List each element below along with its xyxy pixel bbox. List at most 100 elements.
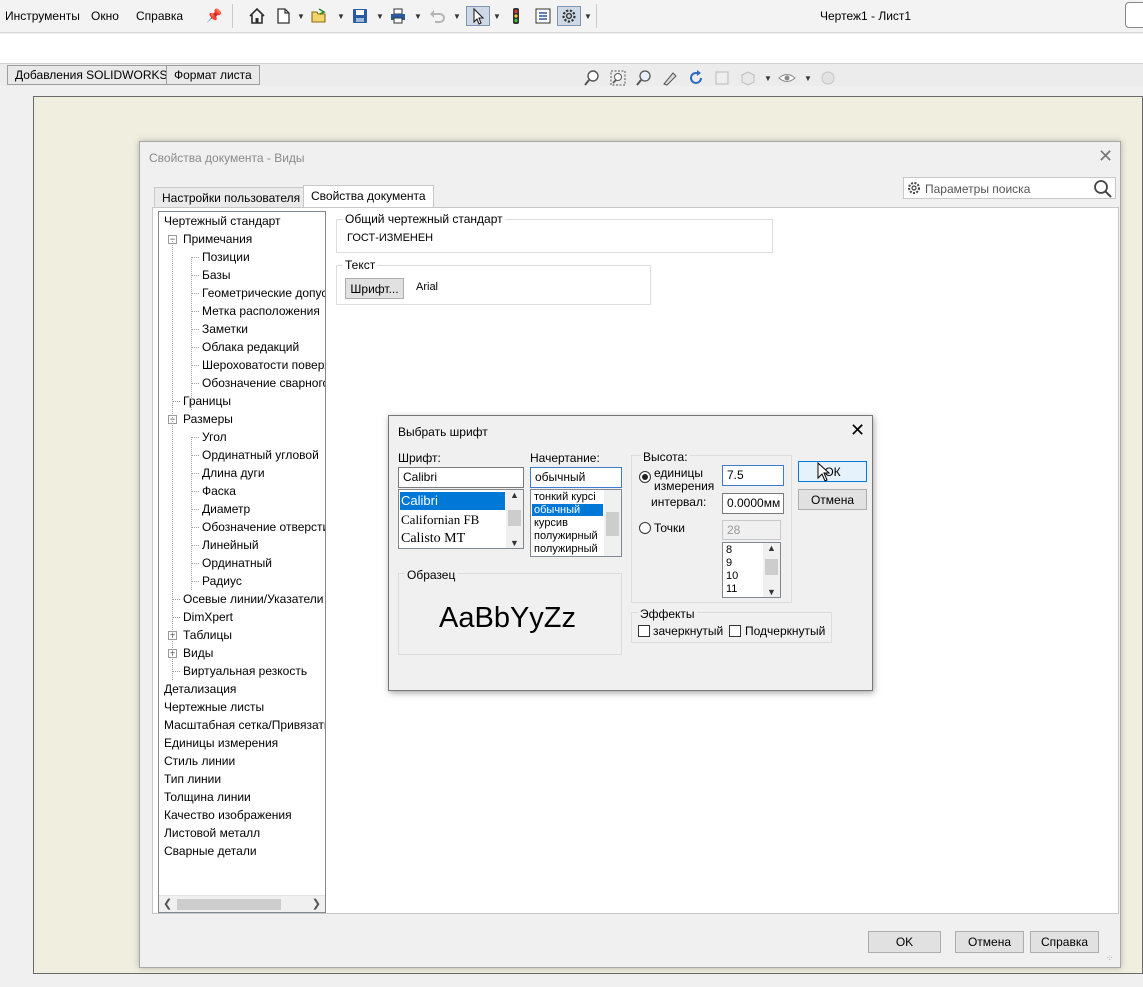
font-style-input[interactable]: обычный bbox=[530, 467, 622, 488]
close-icon[interactable]: ✕ bbox=[850, 421, 865, 439]
tree-item[interactable]: Обозначение сварного bbox=[202, 374, 325, 392]
style-list-scrollbar[interactable] bbox=[604, 490, 621, 556]
tree-item[interactable]: Чертежные листы bbox=[164, 698, 264, 716]
save-icon[interactable] bbox=[349, 6, 371, 26]
undo-icon[interactable] bbox=[426, 6, 448, 26]
list-item[interactable]: Calibri bbox=[400, 492, 505, 510]
tree-item[interactable]: Виртуальная резкость bbox=[183, 662, 307, 680]
select-cursor-icon[interactable] bbox=[466, 6, 490, 26]
points-radio[interactable] bbox=[639, 522, 651, 534]
font-ok-button[interactable]: ОК bbox=[798, 461, 867, 482]
tree-item[interactable]: Стиль линии bbox=[164, 752, 235, 770]
tree-item[interactable]: Шероховатости поверх bbox=[202, 356, 325, 374]
tree-item[interactable]: Заметки bbox=[202, 320, 248, 338]
scroll-left-icon[interactable]: ❮ bbox=[163, 897, 172, 910]
tree-item[interactable]: Листовой металл bbox=[164, 824, 260, 842]
tree-item[interactable]: Позиции bbox=[202, 248, 250, 266]
units-height-input[interactable]: 7.5 bbox=[722, 465, 784, 486]
tree-item[interactable]: Угол bbox=[202, 428, 227, 446]
list-item[interactable]: тонкий курсі bbox=[532, 491, 596, 503]
pin-icon[interactable]: 📌 bbox=[206, 8, 222, 24]
options-dropdown-icon[interactable]: ▼ bbox=[584, 12, 592, 21]
font-cancel-button[interactable]: Отмена bbox=[798, 489, 867, 510]
zoom-in-out-icon[interactable] bbox=[634, 68, 654, 88]
list-item[interactable]: 8 bbox=[724, 544, 732, 556]
list-item[interactable]: обычный bbox=[532, 504, 603, 516]
tree-item[interactable]: Единицы измерения bbox=[164, 734, 278, 752]
list-item[interactable]: полужирный bbox=[532, 530, 598, 542]
tree-item[interactable]: Примечания bbox=[183, 230, 252, 248]
new-dropdown-icon[interactable]: ▼ bbox=[297, 12, 305, 21]
cancel-button[interactable]: Отмена bbox=[955, 931, 1024, 953]
open-dropdown-icon[interactable]: ▼ bbox=[337, 12, 345, 21]
scroll-up-icon[interactable]: ▲ bbox=[510, 490, 519, 500]
new-document-icon[interactable] bbox=[272, 6, 294, 26]
scroll-thumb[interactable] bbox=[177, 899, 281, 910]
eye-dropdown-icon[interactable]: ▼ bbox=[804, 74, 812, 83]
close-icon[interactable]: ✕ bbox=[1098, 147, 1113, 165]
tree-item[interactable]: Размеры bbox=[183, 410, 233, 428]
print-icon[interactable] bbox=[387, 6, 409, 26]
zoom-to-fit-icon[interactable] bbox=[582, 68, 602, 88]
tree-item[interactable]: Линейный bbox=[202, 536, 259, 554]
tree-item[interactable]: Геометрические допус bbox=[202, 284, 325, 302]
list-item[interactable]: 11 bbox=[724, 583, 737, 595]
list-item[interactable]: курсив bbox=[532, 517, 568, 529]
font-list-scrollbar[interactable]: ▲ ▼ bbox=[506, 490, 523, 548]
tree-item[interactable]: Таблицы bbox=[183, 626, 232, 644]
list-item[interactable]: 10 bbox=[724, 570, 738, 582]
underline-checkbox[interactable] bbox=[729, 625, 741, 637]
tab-user-settings[interactable]: Настройки пользователя bbox=[154, 187, 309, 207]
tree-item[interactable]: Чертежный стандарт bbox=[164, 212, 281, 230]
tree-item[interactable]: Диаметр bbox=[202, 500, 250, 518]
tree-item[interactable]: Обозначение отверсти bbox=[202, 518, 325, 536]
strikethrough-checkbox[interactable] bbox=[638, 625, 650, 637]
resize-grip-icon[interactable]: ⁘ bbox=[1106, 953, 1114, 964]
open-folder-icon[interactable] bbox=[308, 6, 330, 26]
zoom-area-icon[interactable] bbox=[608, 68, 628, 88]
tree-item[interactable]: Масштабная сетка/Привязать bbox=[164, 716, 325, 734]
tab-document-properties[interactable]: Свойства документа bbox=[303, 185, 434, 207]
menu-tools[interactable]: Инструменты bbox=[5, 9, 80, 23]
menu-window[interactable]: Окно bbox=[91, 9, 119, 23]
font-list[interactable]: Calibri Californian FB Calisto MT ▲ ▼ bbox=[398, 489, 524, 549]
ok-button[interactable]: OK bbox=[868, 931, 941, 953]
tree-item[interactable]: Фаска bbox=[202, 482, 236, 500]
redraw-icon[interactable] bbox=[686, 68, 706, 88]
font-button[interactable]: Шрифт... bbox=[345, 278, 404, 299]
print-dropdown-icon[interactable]: ▼ bbox=[414, 12, 422, 21]
pan-icon[interactable] bbox=[660, 68, 680, 88]
points-input[interactable]: 28 bbox=[722, 520, 781, 540]
units-radio[interactable] bbox=[639, 471, 651, 483]
undo-dropdown-icon[interactable]: ▼ bbox=[453, 12, 461, 21]
tree-item[interactable]: Радиус bbox=[202, 572, 242, 590]
view-orientation-icon[interactable] bbox=[712, 68, 732, 88]
list-item[interactable]: Californian FB bbox=[400, 511, 479, 529]
options-search-box[interactable]: Параметры поиска bbox=[903, 177, 1116, 199]
hide-show-eye-icon[interactable] bbox=[777, 68, 797, 88]
tree-item[interactable]: Длина дуги bbox=[202, 464, 265, 482]
options-gear-icon[interactable] bbox=[557, 6, 581, 26]
display-style-icon[interactable] bbox=[738, 68, 758, 88]
file-properties-icon[interactable] bbox=[532, 6, 554, 26]
select-dropdown-icon[interactable]: ▼ bbox=[493, 12, 501, 21]
spacing-input[interactable]: 0.0000мм bbox=[722, 493, 784, 514]
tree-item[interactable]: Виды bbox=[183, 644, 213, 662]
tree-item[interactable]: Ординатный угловой bbox=[202, 446, 319, 464]
tree-item[interactable]: DimXpert bbox=[183, 608, 233, 626]
font-style-list[interactable]: тонкий курсі обычный курсив полужирный п… bbox=[530, 489, 622, 557]
rebuild-traffic-light-icon[interactable] bbox=[505, 6, 527, 26]
tree-item[interactable]: Тип линии bbox=[164, 770, 221, 788]
points-list-scrollbar[interactable]: ▲ ▼ bbox=[763, 543, 780, 597]
scroll-down-icon[interactable]: ▼ bbox=[767, 587, 776, 597]
tree-item[interactable]: Детализация bbox=[164, 680, 236, 698]
tree-item[interactable]: Осевые линии/Указатели bbox=[183, 590, 323, 608]
tree-item[interactable]: Базы bbox=[202, 266, 231, 284]
menu-help[interactable]: Справка bbox=[136, 9, 183, 23]
font-name-input[interactable]: Calibri bbox=[398, 467, 524, 488]
tree-item[interactable]: Сварные детали bbox=[164, 842, 257, 860]
search-icon[interactable] bbox=[1093, 179, 1113, 199]
list-item[interactable]: Calisto MT bbox=[400, 530, 465, 548]
scroll-right-icon[interactable]: ❯ bbox=[312, 897, 321, 910]
scroll-down-icon[interactable]: ▼ bbox=[510, 538, 519, 548]
